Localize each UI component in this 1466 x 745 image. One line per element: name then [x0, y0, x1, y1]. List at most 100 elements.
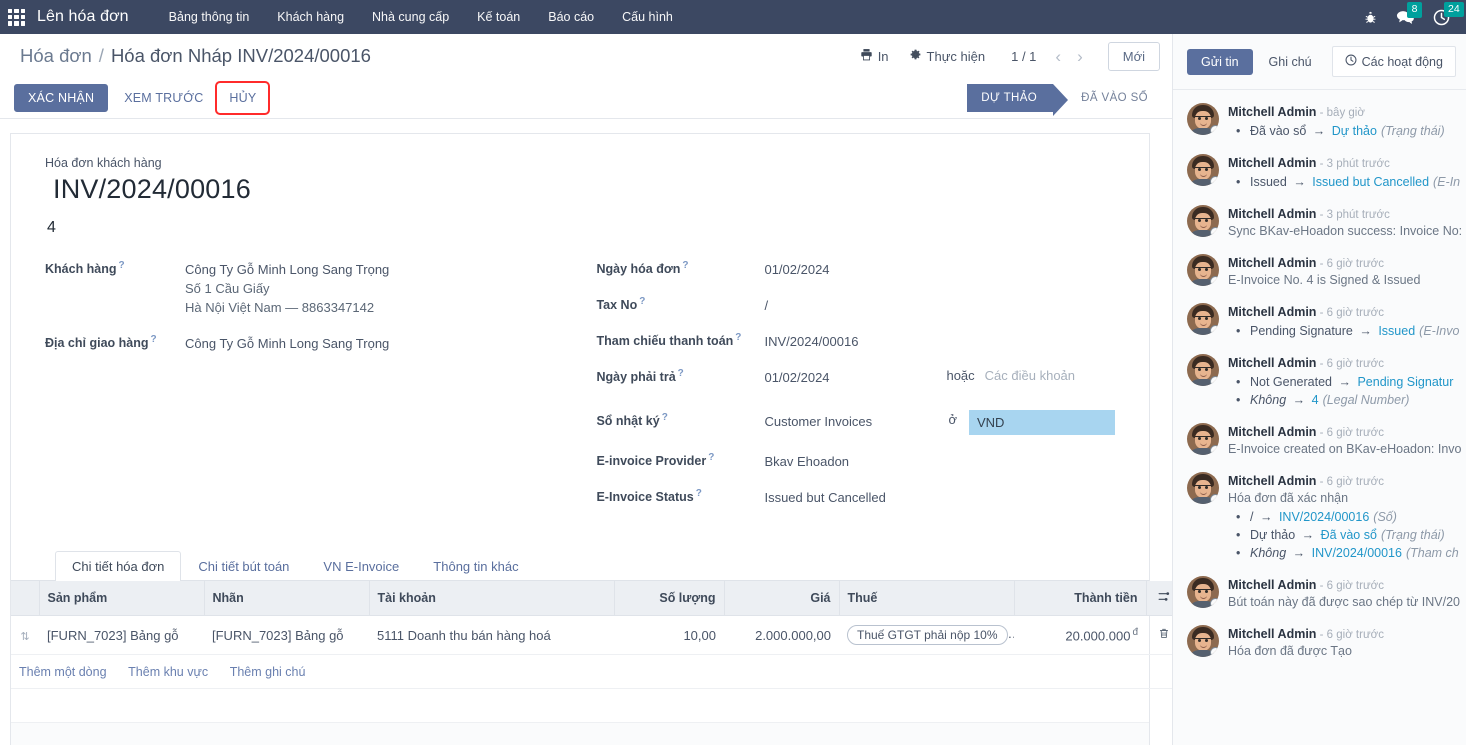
- delete-line-cell[interactable]: [1146, 616, 1172, 655]
- help-icon[interactable]: ?: [662, 412, 668, 423]
- log-note-button[interactable]: Ghi chú: [1257, 49, 1324, 75]
- cell-quantity[interactable]: 10,00: [614, 616, 724, 655]
- currency-input[interactable]: VND: [969, 410, 1115, 435]
- partner-name: Công Ty Gỗ Minh Long Sang Trọng: [185, 262, 389, 277]
- message-body: Mitchell Admin - 6 giờ trướcNot Generate…: [1228, 354, 1466, 409]
- status-posted[interactable]: ĐÃ VÀO SỔ: [1053, 84, 1160, 112]
- avatar[interactable]: [1187, 303, 1219, 335]
- document-type-label: Hóa đơn khách hàng: [45, 156, 1115, 170]
- avatar[interactable]: [1187, 472, 1219, 504]
- help-icon[interactable]: ?: [708, 452, 714, 463]
- status-draft[interactable]: DỰ THẢO: [967, 84, 1053, 112]
- avatar[interactable]: [1187, 254, 1219, 286]
- message-author[interactable]: Mitchell Admin: [1228, 305, 1316, 319]
- help-icon[interactable]: ?: [735, 332, 741, 343]
- message-author[interactable]: Mitchell Admin: [1228, 356, 1316, 370]
- print-button[interactable]: In: [850, 43, 899, 69]
- confirm-button[interactable]: XÁC NHẬN: [14, 84, 108, 112]
- message-author[interactable]: Mitchell Admin: [1228, 207, 1316, 221]
- col-taxes[interactable]: Thuế: [839, 581, 1014, 616]
- message-author[interactable]: Mitchell Admin: [1228, 425, 1316, 439]
- col-label[interactable]: Nhãn: [204, 581, 369, 616]
- breadcrumb-root[interactable]: Hóa đơn: [20, 45, 92, 67]
- col-quantity[interactable]: Số lượng: [614, 581, 724, 616]
- add-section-link[interactable]: Thêm khu vực: [128, 665, 208, 679]
- message-author[interactable]: Mitchell Admin: [1228, 578, 1316, 592]
- tab-journal-items[interactable]: Chi tiết bút toán: [181, 551, 306, 581]
- tab-other-info[interactable]: Thông tin khác: [416, 551, 535, 581]
- field-invoice-date-value[interactable]: 01/02/2024: [764, 257, 924, 279]
- clock-icon[interactable]: 24: [1433, 9, 1450, 26]
- field-column-right: Ngày hóa đơn? 01/02/2024 Tax No? /: [596, 253, 1115, 521]
- col-price[interactable]: Giá: [724, 581, 839, 616]
- tab-invoice-lines[interactable]: Chi tiết hóa đơn: [55, 551, 181, 581]
- avatar[interactable]: [1187, 354, 1219, 386]
- field-delivery-address-value[interactable]: Công Ty Gỗ Minh Long Sang Trọng: [185, 331, 389, 353]
- app-brand[interactable]: Lên hóa đơn: [37, 8, 129, 26]
- message-author[interactable]: Mitchell Admin: [1228, 105, 1316, 119]
- help-icon[interactable]: ?: [151, 334, 157, 345]
- menu-item-dashboard[interactable]: Bảng thông tin: [155, 4, 264, 30]
- menu-item-customers[interactable]: Khách hàng: [263, 4, 358, 30]
- avatar[interactable]: [1187, 103, 1219, 135]
- action-button[interactable]: Thực hiện: [899, 43, 996, 69]
- avatar[interactable]: [1187, 625, 1219, 657]
- help-icon[interactable]: ?: [639, 296, 645, 307]
- table-row[interactable]: ⇅ [FURN_7023] Bảng gỗ [FURN_7023] Bảng g…: [11, 616, 1172, 655]
- chat-bubble-icon[interactable]: 8: [1396, 9, 1415, 25]
- avatar[interactable]: [1187, 423, 1219, 455]
- cell-label[interactable]: [FURN_7023] Bảng gỗ: [204, 616, 369, 655]
- cell-subtotal[interactable]: 20.000.000đ: [1014, 616, 1146, 655]
- cell-account[interactable]: 5111 Doanh thu bán hàng hoá: [369, 616, 614, 655]
- cancel-button[interactable]: HỦY: [219, 85, 266, 111]
- field-payment-reference-value[interactable]: INV/2024/00016: [764, 329, 924, 351]
- field-einvoice-provider-value[interactable]: Bkav Ehoadon: [764, 449, 924, 471]
- cell-price[interactable]: 2.000.000,00: [724, 616, 839, 655]
- message-author[interactable]: Mitchell Admin: [1228, 474, 1316, 488]
- avatar-status-dot: [1210, 647, 1219, 657]
- drag-handle-icon[interactable]: ⇅: [11, 616, 39, 655]
- message-author[interactable]: Mitchell Admin: [1228, 627, 1316, 641]
- message-header: Mitchell Admin - bây giờ: [1228, 104, 1466, 121]
- column-options-icon[interactable]: [1146, 581, 1172, 616]
- add-line-link[interactable]: Thêm một dòng: [19, 665, 107, 679]
- new-record-button[interactable]: Mới: [1108, 42, 1160, 71]
- avatar[interactable]: [1187, 205, 1219, 237]
- chevron-right-icon[interactable]: ›: [1070, 48, 1090, 65]
- add-note-link[interactable]: Thêm ghi chú: [230, 665, 306, 679]
- menu-item-vendors[interactable]: Nhà cung cấp: [358, 4, 463, 30]
- payment-terms-placeholder[interactable]: Các điều khoản: [985, 365, 1075, 383]
- help-icon[interactable]: ?: [682, 260, 688, 271]
- help-icon[interactable]: ?: [696, 488, 702, 499]
- send-message-button[interactable]: Gửi tin: [1187, 49, 1253, 75]
- field-journal-value[interactable]: Customer Invoices: [764, 409, 924, 431]
- field-einvoice-status-value[interactable]: Issued but Cancelled: [764, 485, 924, 507]
- field-tax-no-value[interactable]: /: [764, 293, 924, 315]
- avatar-status-dot: [1210, 276, 1219, 286]
- col-account[interactable]: Tài khoản: [369, 581, 614, 616]
- help-icon[interactable]: ?: [678, 368, 684, 379]
- menu-item-reporting[interactable]: Báo cáo: [534, 4, 608, 30]
- tab-vn-einvoice[interactable]: VN E-Invoice: [306, 551, 416, 581]
- message-thread[interactable]: Mitchell Admin - bây giờĐã vào sổ → Dự t…: [1173, 90, 1466, 745]
- menu-item-accounting[interactable]: Kế toán: [463, 4, 534, 30]
- tracking-value-list: / → INV/2024/00016(Số)Dự thảo → Đã vào s…: [1228, 508, 1466, 562]
- field-partner-value[interactable]: Công Ty Gỗ Minh Long Sang Trọng Số 1 Cầu…: [185, 257, 389, 317]
- chevron-left-icon[interactable]: ‹: [1048, 48, 1068, 65]
- bug-icon[interactable]: [1363, 10, 1378, 25]
- tracking-new-value: INV/2024/00016: [1279, 510, 1369, 524]
- cell-taxes[interactable]: Thuế GTGT phải nộp 10%: [839, 616, 1014, 655]
- apps-grid-icon[interactable]: [8, 9, 25, 26]
- field-due-date-value[interactable]: 01/02/2024: [764, 365, 924, 387]
- cell-product[interactable]: [FURN_7023] Bảng gỗ: [39, 616, 204, 655]
- message-author[interactable]: Mitchell Admin: [1228, 156, 1316, 170]
- message-author[interactable]: Mitchell Admin: [1228, 256, 1316, 270]
- preview-button[interactable]: XEM TRƯỚC: [114, 85, 213, 111]
- avatar[interactable]: [1187, 576, 1219, 608]
- help-icon[interactable]: ?: [119, 260, 125, 271]
- avatar[interactable]: [1187, 154, 1219, 186]
- col-subtotal[interactable]: Thành tiền: [1014, 581, 1146, 616]
- schedule-activity-button[interactable]: Các hoạt động: [1332, 46, 1456, 77]
- col-product[interactable]: Sản phẩm: [39, 581, 204, 616]
- menu-item-configuration[interactable]: Cấu hình: [608, 4, 687, 30]
